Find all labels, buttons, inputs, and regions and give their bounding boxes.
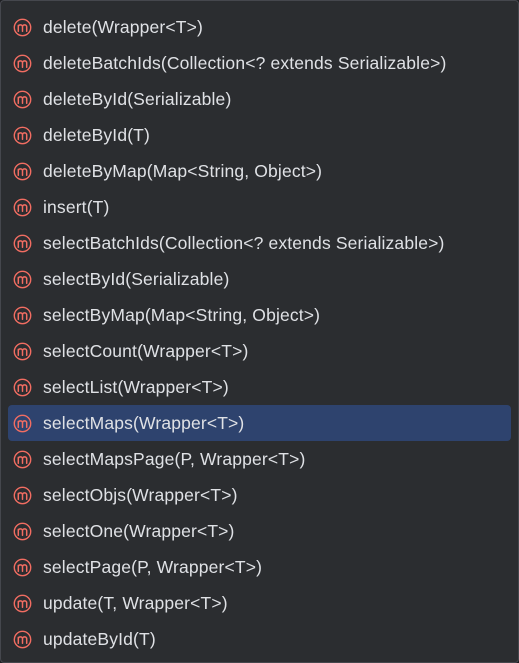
completion-item[interactable]: selectList(Wrapper<T>) bbox=[8, 369, 511, 405]
completion-item-label: selectCount(Wrapper<T>) bbox=[43, 340, 249, 361]
completion-item-label: updateById(T) bbox=[43, 628, 156, 649]
completion-item-label: insert(T) bbox=[43, 196, 110, 217]
completion-item-label: selectObjs(Wrapper<T>) bbox=[43, 484, 238, 505]
method-icon bbox=[13, 126, 32, 145]
method-icon bbox=[13, 270, 32, 289]
completion-item[interactable]: deleteByMap(Map<String, Object>) bbox=[8, 153, 511, 189]
completion-item-label: deleteBatchIds(Collection<? extends Seri… bbox=[43, 52, 447, 73]
method-icon bbox=[13, 594, 32, 613]
completion-list: delete(Wrapper<T>) deleteBatchIds(Collec… bbox=[1, 9, 518, 657]
completion-item[interactable]: selectByMap(Map<String, Object>) bbox=[8, 297, 511, 333]
completion-item-label: selectPage(P, Wrapper<T>) bbox=[43, 556, 263, 577]
completion-item-label: delete(Wrapper<T>) bbox=[43, 16, 203, 37]
method-icon bbox=[13, 18, 32, 37]
method-icon bbox=[13, 378, 32, 397]
completion-item-label: selectById(Serializable) bbox=[43, 268, 230, 289]
completion-item[interactable]: selectMaps(Wrapper<T>) bbox=[8, 405, 511, 441]
completion-popup: delete(Wrapper<T>) deleteBatchIds(Collec… bbox=[0, 0, 519, 663]
completion-item[interactable]: selectPage(P, Wrapper<T>) bbox=[8, 549, 511, 585]
completion-item-label: selectOne(Wrapper<T>) bbox=[43, 520, 235, 541]
completion-item-label: deleteById(T) bbox=[43, 124, 150, 145]
completion-item-label: selectList(Wrapper<T>) bbox=[43, 376, 229, 397]
completion-item-label: selectByMap(Map<String, Object>) bbox=[43, 304, 321, 325]
completion-item[interactable]: updateById(T) bbox=[8, 621, 511, 657]
method-icon bbox=[13, 342, 32, 361]
method-icon bbox=[13, 450, 32, 469]
method-icon bbox=[13, 54, 32, 73]
completion-item[interactable]: selectMapsPage(P, Wrapper<T>) bbox=[8, 441, 511, 477]
completion-item[interactable]: deleteById(Serializable) bbox=[8, 81, 511, 117]
method-icon bbox=[13, 630, 32, 649]
completion-item[interactable]: selectCount(Wrapper<T>) bbox=[8, 333, 511, 369]
method-icon bbox=[13, 414, 32, 433]
method-icon bbox=[13, 558, 32, 577]
completion-item[interactable]: update(T, Wrapper<T>) bbox=[8, 585, 511, 621]
completion-item-label: selectMaps(Wrapper<T>) bbox=[43, 412, 245, 433]
completion-item[interactable]: deleteBatchIds(Collection<? extends Seri… bbox=[8, 45, 511, 81]
method-icon bbox=[13, 162, 32, 181]
completion-item-label: deleteById(Serializable) bbox=[43, 88, 232, 109]
completion-item[interactable]: selectObjs(Wrapper<T>) bbox=[8, 477, 511, 513]
completion-item-label: update(T, Wrapper<T>) bbox=[43, 592, 228, 613]
method-icon bbox=[13, 306, 32, 325]
completion-item-label: selectBatchIds(Collection<? extends Seri… bbox=[43, 232, 445, 253]
completion-item[interactable]: insert(T) bbox=[8, 189, 511, 225]
method-icon bbox=[13, 522, 32, 541]
completion-item[interactable]: delete(Wrapper<T>) bbox=[8, 9, 511, 45]
completion-item[interactable]: selectOne(Wrapper<T>) bbox=[8, 513, 511, 549]
method-icon bbox=[13, 198, 32, 217]
completion-item-label: deleteByMap(Map<String, Object>) bbox=[43, 160, 323, 181]
method-icon bbox=[13, 486, 32, 505]
completion-item[interactable]: deleteById(T) bbox=[8, 117, 511, 153]
method-icon bbox=[13, 234, 32, 253]
completion-item[interactable]: selectBatchIds(Collection<? extends Seri… bbox=[8, 225, 511, 261]
completion-item[interactable]: selectById(Serializable) bbox=[8, 261, 511, 297]
method-icon bbox=[13, 90, 32, 109]
completion-item-label: selectMapsPage(P, Wrapper<T>) bbox=[43, 448, 306, 469]
